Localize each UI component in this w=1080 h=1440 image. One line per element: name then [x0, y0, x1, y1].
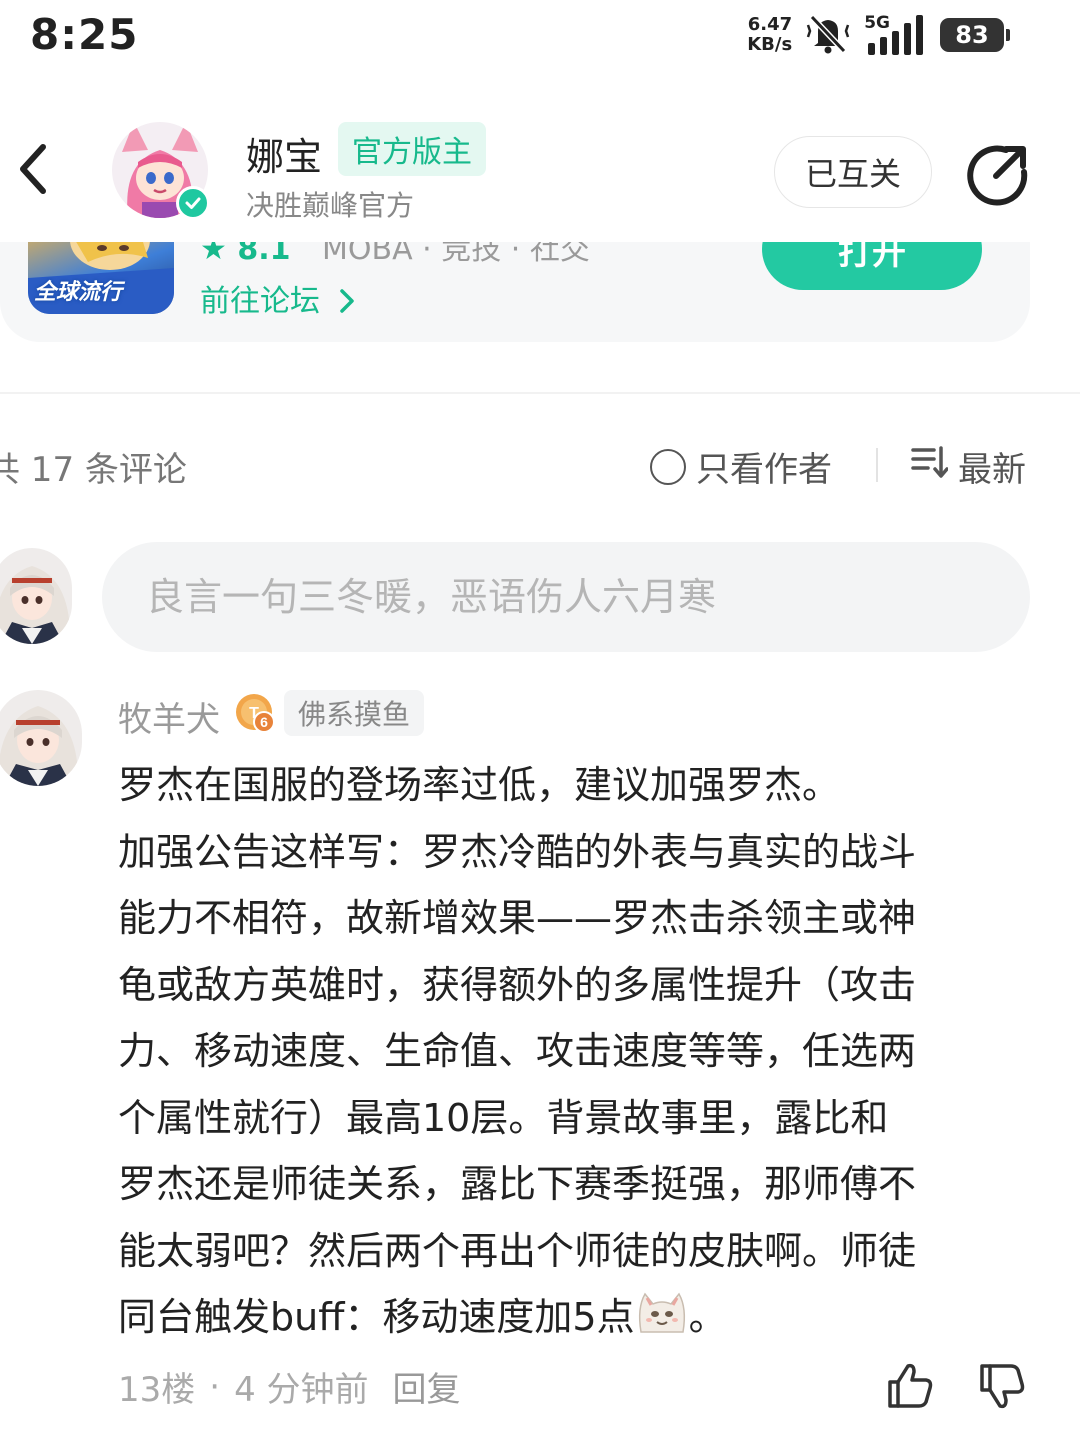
- comment-line-last: 同台触发buff：移动速度加5点 。: [118, 1284, 1038, 1351]
- author-subtitle: 决胜巅峰官方: [246, 189, 415, 222]
- game-icon-label: 全球流行: [34, 280, 123, 305]
- comment-line: 龟或敌方英雄时，获得额外的多属性提升（攻击: [118, 962, 917, 1007]
- dislike-button[interactable]: [976, 1360, 1028, 1412]
- reply-button[interactable]: 回复: [393, 1362, 461, 1411]
- commenter-avatar[interactable]: [0, 690, 82, 786]
- forum-link[interactable]: 前往论坛: [200, 276, 358, 320]
- commenter-name[interactable]: 牧羊犬: [118, 692, 220, 741]
- like-button[interactable]: [884, 1360, 936, 1412]
- back-button[interactable]: [8, 136, 58, 206]
- sort-button[interactable]: 最新: [910, 442, 1026, 491]
- comment-line: 力、移动速度、生命值、攻击速度等等，任选两: [118, 1029, 917, 1073]
- level-number: 6: [260, 714, 268, 730]
- comment-line: 能力不相符，故新增效果——罗杰击杀领主或神: [118, 896, 917, 940]
- comment-body: 罗杰在国服的登场率过低，建议加强罗杰。 加强公告这样写：罗杰冷酷的外表与真实的战…: [118, 752, 1038, 1351]
- comment-line: 能太弱吧？然后两个再出个师徒的皮肤啊。师徒: [118, 1228, 917, 1273]
- comment-line: 罗杰还是师徒关系，露比下赛季挺强，那师傅不: [118, 1162, 917, 1206]
- signal-5g-icon: 5G: [864, 13, 928, 57]
- check-badge-icon: [176, 186, 210, 220]
- radio-circle-icon: [650, 448, 686, 485]
- chevron-left-icon: [13, 139, 53, 203]
- floor-number: 13楼: [118, 1370, 196, 1410]
- thumbs-down-icon: [976, 1364, 1028, 1416]
- status-time: 8:25: [30, 10, 139, 59]
- author-name[interactable]: 娜宝: [246, 126, 322, 181]
- author-only-toggle[interactable]: 只看作者: [650, 442, 832, 491]
- my-avatar[interactable]: [0, 548, 72, 644]
- comment-input[interactable]: [102, 542, 1030, 652]
- author-avatar[interactable]: [112, 122, 210, 220]
- follow-button[interactable]: 已互关: [774, 136, 932, 208]
- status-bar: 8:25 6.47 KB/s 5G 83: [0, 0, 1080, 72]
- chevron-right-icon: [330, 284, 358, 319]
- thumbs-up-icon: [884, 1363, 936, 1416]
- network-speed-unit: KB/s: [747, 34, 793, 55]
- comment-time: 4 分钟前: [234, 1370, 369, 1410]
- comment-line: 加强公告这样写：罗杰冷酷的外表与真实的战斗: [118, 829, 917, 874]
- user-title-tag: 佛系摸鱼: [284, 690, 425, 736]
- section-divider: [0, 392, 1080, 394]
- comment-count: 共 17 条评论: [0, 450, 187, 490]
- sort-label: 最新: [958, 450, 1026, 490]
- cat-face-emoji-icon: [635, 1288, 689, 1338]
- post-header: 娜宝 官方版主 决胜巅峰官方 已互关: [0, 100, 1080, 242]
- battery-indicator: 83: [940, 18, 1010, 52]
- mute-icon: [804, 11, 852, 59]
- official-moderator-badge: 官方版主: [338, 122, 486, 176]
- share-button[interactable]: [966, 142, 1032, 208]
- comment-line: 罗杰在国服的登场率过低，建议加强罗杰。: [118, 763, 841, 807]
- meta-dot: ·: [209, 1366, 221, 1407]
- level-badge-icon: T 6: [234, 692, 276, 734]
- comment-line: 个属性就行）最高10层。背景故事里，露比和: [118, 1095, 889, 1140]
- forum-link-label: 前往论坛: [200, 284, 320, 319]
- network-speed: 6.47 KB/s: [747, 15, 792, 55]
- status-indicators: 6.47 KB/s 5G 83: [747, 8, 1010, 62]
- filter-separator: [876, 448, 878, 482]
- share-arrow-icon: [966, 145, 1032, 212]
- comment-line-end: 。: [688, 1295, 727, 1339]
- sort-lines-icon: [910, 444, 949, 489]
- author-only-label: 只看作者: [696, 450, 832, 490]
- comment-line-text: 同台触发buff：移动速度加5点: [118, 1295, 635, 1339]
- network-speed-value: 6.47: [747, 14, 793, 35]
- comment-meta: 13楼 · 4 分钟前 回复: [118, 1362, 461, 1411]
